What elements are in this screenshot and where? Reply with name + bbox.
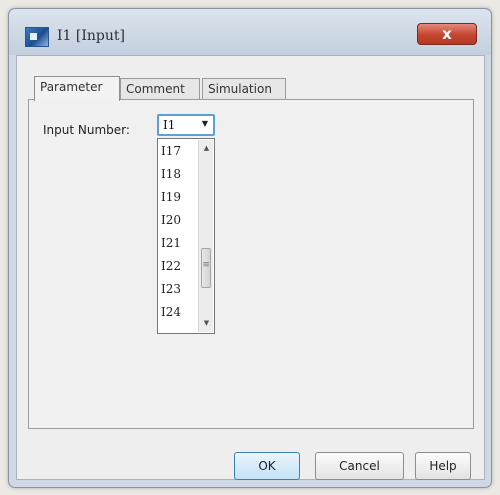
tab-parameter[interactable]: Parameter bbox=[34, 76, 120, 101]
tab-panel-parameter bbox=[28, 99, 474, 429]
app-window-icon bbox=[25, 27, 49, 47]
tab-comment[interactable]: Comment bbox=[120, 78, 200, 100]
scroll-up-arrow-icon[interactable]: ▲ bbox=[199, 144, 214, 152]
list-item[interactable]: I23 bbox=[161, 282, 181, 296]
dialog-client-area: Parameter Comment Simulation Input Numbe… bbox=[16, 55, 485, 480]
tab-simulation[interactable]: Simulation bbox=[202, 78, 286, 100]
list-item[interactable]: I20 bbox=[161, 213, 181, 227]
scrollbar-thumb[interactable]: ≡ bbox=[201, 248, 211, 288]
input-number-combobox[interactable]: I1 ▼ bbox=[157, 114, 215, 136]
grip-icon: ≡ bbox=[202, 260, 210, 270]
input-number-value: I1 bbox=[163, 118, 176, 132]
list-item[interactable]: I21 bbox=[161, 236, 181, 250]
window-title: I1 [Input] bbox=[57, 28, 125, 44]
chevron-down-icon[interactable]: ▼ bbox=[202, 119, 208, 128]
dialog-window: I1 [Input] x Parameter Comment Simulatio… bbox=[8, 8, 492, 488]
close-button[interactable]: x bbox=[417, 23, 477, 45]
input-number-label: Input Number: bbox=[43, 123, 130, 137]
list-item[interactable]: I17 bbox=[161, 144, 181, 158]
title-bar: I1 [Input] x bbox=[9, 9, 491, 55]
help-button[interactable]: Help bbox=[415, 452, 471, 480]
list-item[interactable]: I19 bbox=[161, 190, 181, 204]
list-item[interactable]: I24 bbox=[161, 305, 181, 319]
input-number-dropdown-list[interactable]: I17 I18 I19 I20 I21 I22 I23 I24 ▲ ≡ ▼ bbox=[157, 138, 215, 334]
ok-button[interactable]: OK bbox=[234, 452, 300, 480]
list-item[interactable]: I22 bbox=[161, 259, 181, 273]
close-icon: x bbox=[442, 25, 452, 43]
scroll-down-arrow-icon[interactable]: ▼ bbox=[199, 319, 214, 327]
dropdown-scrollbar[interactable]: ▲ ≡ ▼ bbox=[198, 140, 213, 332]
list-item[interactable]: I18 bbox=[161, 167, 181, 181]
cancel-button[interactable]: Cancel bbox=[315, 452, 404, 480]
